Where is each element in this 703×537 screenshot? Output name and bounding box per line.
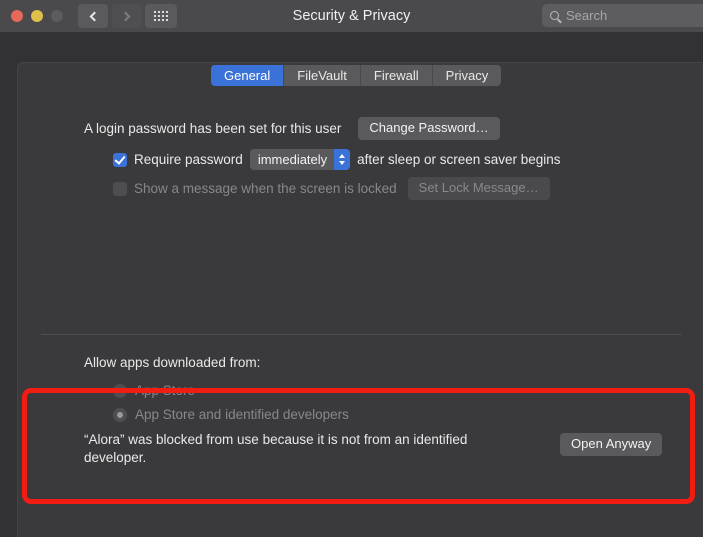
require-password-delay-value: immediately xyxy=(257,152,328,167)
open-anyway-button[interactable]: Open Anyway xyxy=(560,433,663,457)
lock-message-row: Show a message when the screen is locked… xyxy=(113,177,550,201)
radio-app-store-identified-developers-label: App Store and identified developers xyxy=(135,407,349,422)
search-icon xyxy=(550,11,559,20)
tab-general[interactable]: General xyxy=(211,65,285,86)
radio-app-store-identified-row: App Store and identified developers xyxy=(113,407,349,422)
change-password-button[interactable]: Change Password… xyxy=(358,117,500,141)
radio-app-store-label: App Store xyxy=(135,383,196,398)
blocked-app-row: “Alora” was blocked from use because it … xyxy=(84,431,484,467)
require-password-delay-select[interactable]: immediately xyxy=(249,149,351,170)
login-password-row: A login password has been set for this u… xyxy=(84,117,500,141)
set-lock-message-button: Set Lock Message… xyxy=(407,177,550,201)
require-password-checkbox[interactable] xyxy=(113,152,127,167)
blocked-app-message: “Alora” was blocked from use because it … xyxy=(84,432,468,466)
allow-apps-heading: Allow apps downloaded from: xyxy=(84,355,261,370)
radio-app-store-row: App Store xyxy=(113,383,195,398)
require-password-label: Require password xyxy=(134,152,243,167)
require-password-suffix-label: after sleep or screen saver begins xyxy=(357,152,561,167)
login-password-label: A login password has been set for this u… xyxy=(84,121,342,137)
require-password-row: Require password immediately after sleep… xyxy=(113,149,561,170)
radio-app-store-identified-developers xyxy=(113,407,127,422)
tab-filevault[interactable]: FileVault xyxy=(284,65,361,86)
lock-message-checkbox xyxy=(113,181,127,196)
tab-firewall[interactable]: Firewall xyxy=(361,65,433,86)
lock-message-label: Show a message when the screen is locked xyxy=(134,181,397,197)
preferences-panel: General FileVault Firewall Privacy A log… xyxy=(17,62,703,537)
search-input[interactable]: Search xyxy=(542,4,703,27)
chevron-updown-icon xyxy=(334,149,351,170)
window-titlebar: Security & Privacy Search xyxy=(0,0,703,32)
tab-bar: General FileVault Firewall Privacy xyxy=(211,65,502,86)
tab-privacy[interactable]: Privacy xyxy=(433,65,502,86)
search-placeholder: Search xyxy=(566,8,608,23)
section-divider xyxy=(41,334,682,335)
radio-app-store xyxy=(113,383,127,398)
allow-apps-heading-row: Allow apps downloaded from: xyxy=(84,355,260,370)
